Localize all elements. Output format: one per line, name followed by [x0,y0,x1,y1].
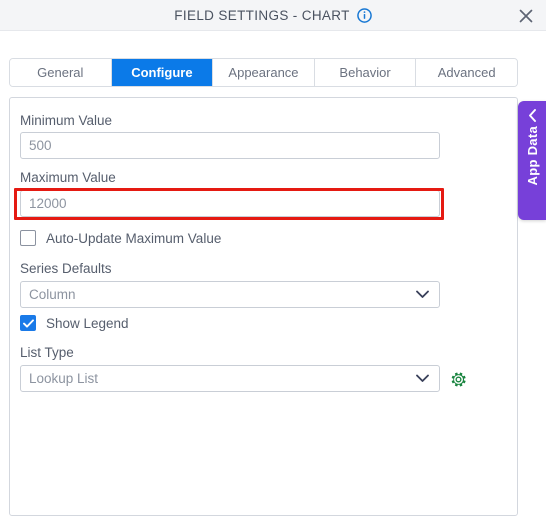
tab-appearance[interactable]: Appearance [213,59,315,86]
chevron-down-icon [411,290,439,299]
dialog-title-group: FIELD SETTINGS - CHART [0,0,546,31]
maximum-value-input[interactable] [20,190,440,217]
auto-update-maximum-label: Auto-Update Maximum Value [46,230,222,246]
chevron-down-icon [411,374,439,383]
series-defaults-label: Series Defaults [20,261,112,276]
dialog-title-bar: FIELD SETTINGS - CHART [0,0,546,31]
chevron-left-icon [525,108,539,122]
configure-tab-panel: Minimum Value Maximum Value Auto-Update … [9,97,518,516]
list-type-label: List Type [20,345,74,360]
gear-icon [451,372,466,386]
auto-update-maximum-checkbox[interactable] [20,230,36,246]
tab-general[interactable]: General [10,59,112,86]
auto-update-maximum-row[interactable]: Auto-Update Maximum Value [20,230,221,246]
close-button[interactable] [516,6,536,26]
check-icon [22,318,34,328]
tab-behavior[interactable]: Behavior [314,59,417,86]
minimum-value-input[interactable] [20,132,440,159]
close-icon [519,9,533,23]
app-data-panel-toggle[interactable]: App Data [518,101,546,220]
maximum-value-label: Maximum Value [20,170,116,185]
list-type-value: Lookup List [29,371,99,386]
tab-configure[interactable]: Configure [111,59,214,86]
show-legend-row[interactable]: Show Legend [20,315,129,331]
show-legend-label: Show Legend [46,315,129,331]
show-legend-checkbox[interactable] [20,315,36,331]
app-data-label: App Data [524,126,540,186]
series-defaults-select[interactable]: Column [20,281,440,308]
info-circle-icon[interactable] [356,8,372,23]
page-title: FIELD SETTINGS - CHART [174,8,350,23]
tab-advanced[interactable]: Advanced [416,59,517,86]
list-type-settings-button[interactable] [448,369,468,389]
series-defaults-value: Column [29,287,76,302]
settings-tab-bar: General Configure Appearance Behavior Ad… [9,58,518,87]
list-type-select[interactable]: Lookup List [20,365,440,392]
minimum-value-label: Minimum Value [20,113,113,128]
